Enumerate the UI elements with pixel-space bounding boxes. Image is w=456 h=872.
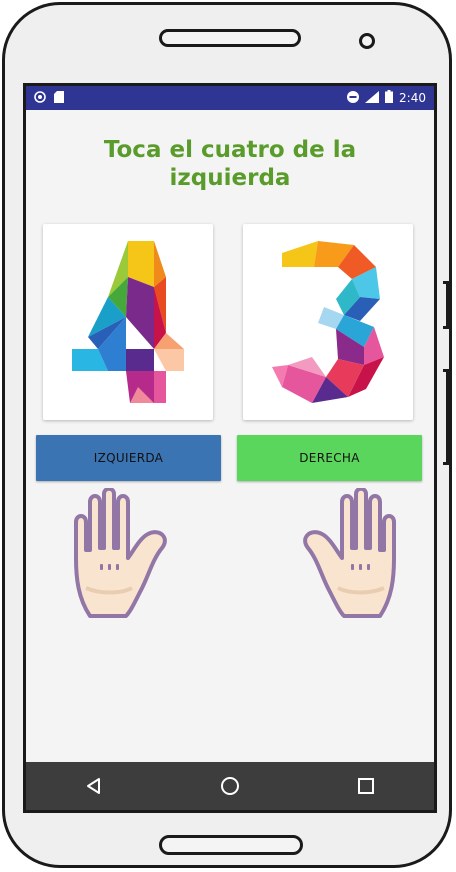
page-title: Toca el cuatro de la izquierda bbox=[103, 137, 357, 191]
battery-icon bbox=[385, 90, 394, 106]
back-icon bbox=[87, 778, 100, 794]
navigation-bar bbox=[26, 762, 434, 810]
card-left-four[interactable] bbox=[43, 224, 213, 420]
hands-illustration bbox=[70, 488, 400, 620]
card-right-three[interactable] bbox=[243, 224, 413, 420]
phone-frame: 2:40 Toca el cuatro de la izquierda IZQU… bbox=[2, 2, 452, 868]
derecha-button[interactable]: DERECHA bbox=[237, 435, 422, 481]
side-button-volume bbox=[443, 281, 449, 329]
recents-button[interactable] bbox=[346, 766, 386, 806]
colorful-polygon-digit-four bbox=[72, 241, 184, 403]
status-bar: 2:40 bbox=[26, 86, 434, 110]
front-camera bbox=[359, 33, 375, 49]
screen: 2:40 Toca el cuatro de la izquierda IZQU… bbox=[23, 83, 437, 813]
home-icon bbox=[221, 777, 239, 795]
colorful-polygon-digit-three bbox=[272, 241, 384, 403]
home-button[interactable] bbox=[210, 766, 250, 806]
bottom-speaker bbox=[159, 835, 303, 855]
right-hand-icon bbox=[303, 488, 396, 618]
left-hand-icon bbox=[74, 488, 167, 618]
settings-circle-icon bbox=[34, 90, 46, 106]
top-speaker bbox=[159, 29, 301, 47]
answer-buttons: IZQUIERDA DERECHA bbox=[36, 435, 422, 481]
number-cards bbox=[43, 224, 413, 420]
do-not-disturb-icon bbox=[347, 90, 360, 106]
back-button[interactable] bbox=[74, 766, 114, 806]
clock-time: 2:40 bbox=[399, 91, 426, 105]
izquierda-button[interactable]: IZQUIERDA bbox=[36, 435, 221, 481]
signal-icon bbox=[365, 90, 380, 106]
recents-icon bbox=[358, 778, 374, 794]
side-button-power bbox=[443, 369, 449, 465]
sd-card-icon bbox=[54, 90, 64, 106]
